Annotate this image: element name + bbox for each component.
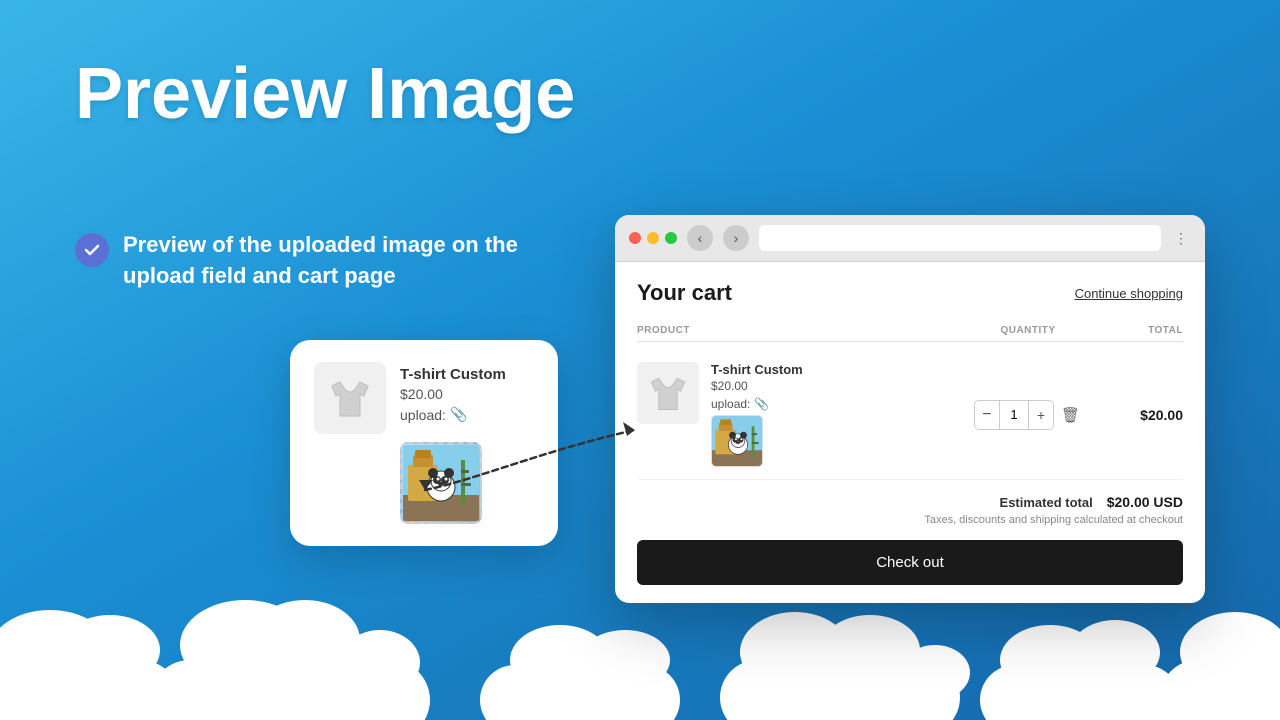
item-upload-icon: 📎 (754, 397, 769, 411)
browser-menu-icon[interactable]: ⋮ (1171, 228, 1191, 248)
item-total: $20.00 (1093, 407, 1183, 423)
col-total-header: TOTAL (1093, 325, 1183, 336)
traffic-light-yellow[interactable] (647, 232, 659, 244)
estimated-total-label: Estimated total (1000, 495, 1093, 510)
cart-item-row: T-shirt Custom $20.00 upload: 📎 (637, 350, 1183, 480)
traffic-light-red[interactable] (629, 232, 641, 244)
quantity-control: − 1 + (974, 400, 1054, 430)
item-name: T-shirt Custom (711, 362, 803, 377)
continue-shopping-link[interactable]: Continue shopping (1075, 286, 1183, 301)
nav-back-button[interactable]: ‹ (687, 225, 713, 251)
feature-description-line2: upload field and cart page (123, 261, 518, 292)
checkout-button[interactable]: Check out (637, 540, 1183, 585)
feature-description-line1: Preview of the uploaded image on the (123, 230, 518, 261)
card-product-price: $20.00 (400, 386, 534, 402)
quantity-value: 1 (999, 401, 1029, 429)
browser-window: ‹ › ⋮ Your cart Continue shopping PRODUC… (615, 215, 1205, 603)
traffic-lights (629, 232, 677, 244)
checkmark-badge (75, 233, 109, 267)
card-upload-preview (400, 442, 482, 524)
product-thumbnail (314, 362, 386, 434)
upload-card: T-shirt Custom $20.00 upload: 📎 (290, 340, 558, 546)
address-bar[interactable] (759, 225, 1161, 251)
delete-item-button[interactable]: 🗑 (1059, 404, 1082, 426)
col-product-header: PRODUCT (637, 325, 963, 336)
card-upload-icon: 📎 (450, 406, 467, 423)
estimated-total-value: $20.00 USD (1107, 494, 1183, 510)
clouds-decoration (0, 590, 1280, 720)
quantity-decrease-button[interactable]: − (975, 401, 999, 429)
item-price: $20.00 (711, 379, 803, 393)
page-title: Preview Image (75, 55, 575, 134)
nav-forward-button[interactable]: › (723, 225, 749, 251)
card-product-name: T-shirt Custom (400, 366, 534, 383)
cart-title: Your cart (637, 280, 732, 306)
item-thumbnail (637, 362, 699, 424)
browser-titlebar: ‹ › ⋮ (615, 215, 1205, 262)
col-quantity-header: QUANTITY (963, 325, 1093, 336)
item-upload-label: upload: (711, 397, 750, 411)
quantity-increase-button[interactable]: + (1029, 401, 1053, 429)
traffic-light-green[interactable] (665, 232, 677, 244)
taxes-note: Taxes, discounts and shipping calculated… (637, 514, 1183, 526)
card-upload-label: upload: (400, 407, 446, 423)
item-upload-preview (711, 415, 763, 467)
